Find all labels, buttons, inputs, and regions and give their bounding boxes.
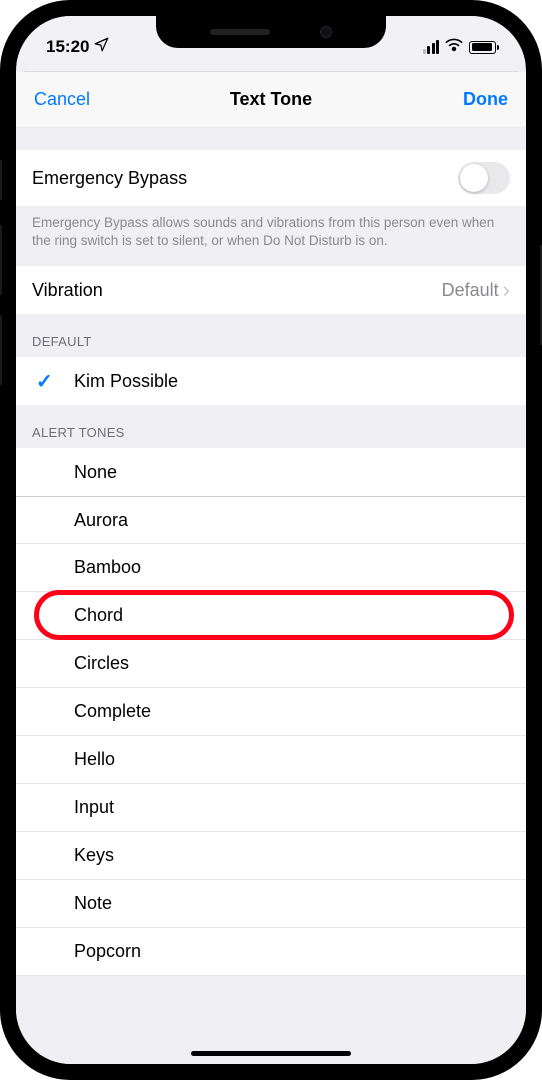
screen: 15:20 Cancel Text Tone Done xyxy=(16,16,526,1064)
location-icon xyxy=(94,37,109,57)
cellular-icon xyxy=(423,40,440,54)
mute-switch xyxy=(0,160,2,200)
alert-tone-row[interactable]: Aurora xyxy=(16,496,526,544)
vibration-row[interactable]: Vibration Default › xyxy=(16,266,526,314)
vibration-value: Default xyxy=(442,280,499,301)
alert-tone-label: Bamboo xyxy=(74,557,141,578)
alert-tones-header: ALERT TONES xyxy=(16,405,526,448)
alert-tone-row[interactable]: None xyxy=(16,448,526,496)
home-indicator[interactable] xyxy=(191,1051,351,1056)
alert-tone-label: Input xyxy=(74,797,114,818)
cancel-button[interactable]: Cancel xyxy=(34,89,114,110)
status-time: 15:20 xyxy=(46,37,89,57)
alert-tone-row[interactable]: Note xyxy=(16,880,526,928)
notch xyxy=(156,16,386,48)
default-tone-row[interactable]: ✓ Kim Possible xyxy=(16,357,526,405)
alert-tone-label: Popcorn xyxy=(74,941,141,962)
alert-tone-row[interactable]: Circles xyxy=(16,640,526,688)
alert-tone-row[interactable]: Bamboo xyxy=(16,544,526,592)
sheet-background-peek xyxy=(24,64,518,72)
default-tone-label: Kim Possible xyxy=(74,371,178,392)
alert-tones-list: None Aurora Bamboo Chord Circles Complete Hell… xyxy=(16,448,526,976)
alert-tone-row[interactable]: Chord xyxy=(16,592,526,640)
emergency-bypass-label: Emergency Bypass xyxy=(32,168,187,189)
content-scroll[interactable]: Emergency Bypass Emergency Bypass allows… xyxy=(16,128,526,1064)
wifi-icon xyxy=(445,37,463,57)
alert-tone-label: Circles xyxy=(74,653,129,674)
volume-down-button xyxy=(0,315,2,385)
checkmark-icon: ✓ xyxy=(36,369,53,394)
alert-tone-label: None xyxy=(74,462,117,483)
done-button[interactable]: Done xyxy=(428,89,508,110)
default-section-header: DEFAULT xyxy=(16,314,526,357)
alert-tone-label: Keys xyxy=(74,845,114,866)
phone-frame: 15:20 Cancel Text Tone Done xyxy=(0,0,542,1080)
alert-tone-row[interactable]: Hello xyxy=(16,736,526,784)
toggle-knob xyxy=(460,164,488,192)
alert-tone-label: Note xyxy=(74,893,112,914)
volume-up-button xyxy=(0,225,2,295)
nav-bar: Cancel Text Tone Done xyxy=(16,72,526,128)
page-title: Text Tone xyxy=(230,89,312,110)
emergency-bypass-description: Emergency Bypass allows sounds and vibra… xyxy=(16,206,526,266)
vibration-label: Vibration xyxy=(32,280,103,301)
chevron-right-icon: › xyxy=(503,279,510,301)
alert-tone-row[interactable]: Complete xyxy=(16,688,526,736)
front-camera xyxy=(320,26,332,38)
emergency-bypass-row[interactable]: Emergency Bypass xyxy=(16,150,526,206)
alert-tone-label: Complete xyxy=(74,701,151,722)
alert-tone-label: Hello xyxy=(74,749,115,770)
alert-tone-label: Aurora xyxy=(74,510,128,531)
speaker-grille xyxy=(210,29,270,35)
alert-tone-row[interactable]: Keys xyxy=(16,832,526,880)
alert-tone-row[interactable]: Popcorn xyxy=(16,928,526,976)
battery-icon xyxy=(469,41,496,54)
emergency-bypass-toggle[interactable] xyxy=(458,162,510,194)
alert-tone-label: Chord xyxy=(74,605,123,626)
alert-tone-row[interactable]: Input xyxy=(16,784,526,832)
